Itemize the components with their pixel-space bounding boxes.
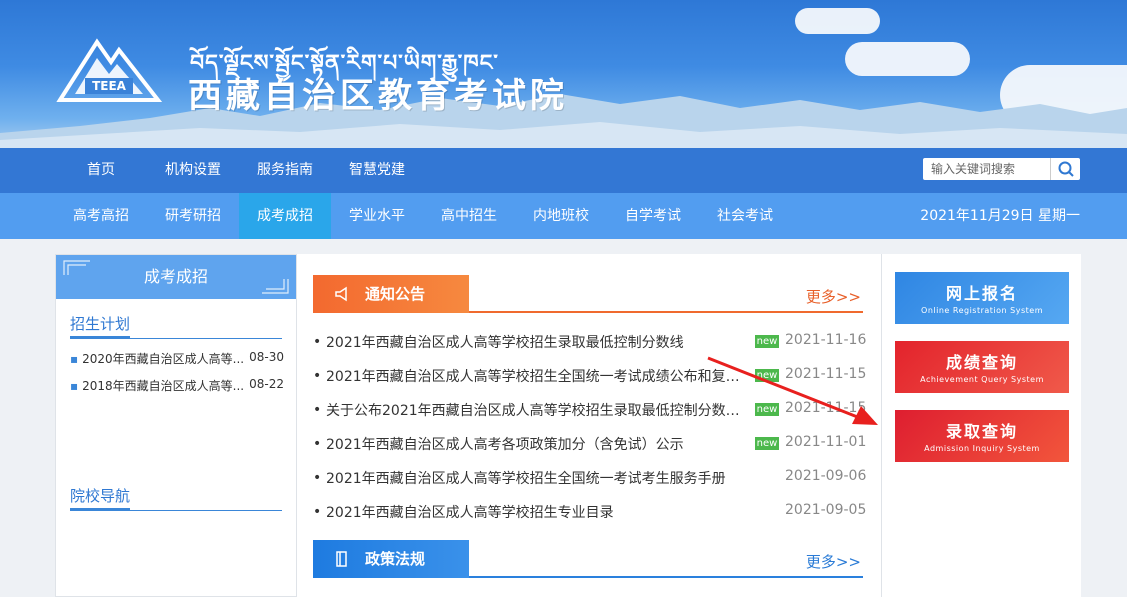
notice-item-title[interactable]: 关于公布2021年西藏自治区成人高等学校招生录取最低控制分数线... <box>326 400 746 420</box>
left-panel: 成考成招 招生计划 ▪ 2020年西藏自治区成人高等... 08-30 ▪ 2018… <box>55 254 297 597</box>
bullet-icon: • <box>313 436 322 452</box>
list-item[interactable]: ▪ 2020年西藏自治区成人高等... 08-30 <box>70 350 284 367</box>
list-item[interactable]: ▪ 2018年西藏自治区成人高等... 08-22 <box>70 377 284 394</box>
bullet-icon: ▪ <box>70 379 79 393</box>
nav-chengkao[interactable]: 成考成招 <box>239 193 331 239</box>
nav-smart-party[interactable]: 智慧党建 <box>340 148 414 193</box>
divider <box>469 311 863 313</box>
nav-organization[interactable]: 机构设置 <box>156 148 230 193</box>
bullet-icon: • <box>313 470 322 486</box>
notice-tab[interactable]: 通知公告 <box>313 275 469 313</box>
policy-more-link[interactable]: 更多>> <box>806 551 861 572</box>
corner-ornament-icon <box>63 260 90 275</box>
cloud-decoration <box>795 8 880 34</box>
nav-shehui[interactable]: 社会考试 <box>708 193 782 239</box>
section-title[interactable]: 院校导航 <box>70 485 131 510</box>
section-school-nav: 院校导航 <box>70 485 282 511</box>
search-box[interactable]: 输入关键词搜索 <box>923 158 1080 180</box>
bullet-icon: • <box>313 368 322 384</box>
list-item-text[interactable]: 2018年西藏自治区成人高等... <box>82 379 244 393</box>
header-banner: TEEA བོད་ལྗོངས་སྦྱོང་སྟོན་རིག་པ་ཡིག་རྒྱུ… <box>0 0 1127 148</box>
nav-service-guide[interactable]: 服务指南 <box>248 148 322 193</box>
megaphone-icon <box>335 286 347 302</box>
list-item-text[interactable]: 2020年西藏自治区成人高等... <box>82 352 244 366</box>
button-sublabel: Admission Inquiry System <box>924 444 1040 453</box>
bullet-icon: • <box>313 334 322 350</box>
nav-zikao[interactable]: 自学考试 <box>616 193 690 239</box>
nav-gaozhong[interactable]: 高中招生 <box>432 193 506 239</box>
notice-item-date: 2021-09-05 <box>785 502 867 518</box>
notice-item-title[interactable]: 2021年西藏自治区成人高等学校招生全国统一考试考生服务手册 <box>326 468 746 488</box>
notice-title: 通知公告 <box>365 285 426 303</box>
notice-item[interactable]: • 关于公布2021年西藏自治区成人高等学校招生录取最低控制分数线... new 20… <box>313 400 867 420</box>
notice-item-title[interactable]: 2021年西藏自治区成人高等学校招生全国统一考试成绩公布和复查... <box>326 366 746 386</box>
corner-ornament-icon <box>262 279 289 294</box>
notice-item[interactable]: • 2021年西藏自治区成人高等学校招生专业目录 2021-09-05 <box>313 502 867 522</box>
new-badge: new <box>755 403 779 416</box>
button-label: 成绩查询 <box>945 353 1018 372</box>
notice-item-date: 2021-11-15 <box>785 400 867 416</box>
nav-neidi[interactable]: 内地班校 <box>524 193 598 239</box>
notice-item-date: 2021-11-15 <box>785 366 867 382</box>
section-enrollment-plan: 招生计划 <box>70 313 282 339</box>
button-label: 录取查询 <box>945 422 1018 441</box>
button-sublabel: Online Registration System <box>921 306 1043 315</box>
search-input[interactable]: 输入关键词搜索 <box>931 158 1015 180</box>
notice-item[interactable]: • 2021年西藏自治区成人高考各项政策加分（含免试）公示 new 2021-11-0… <box>313 434 867 454</box>
search-icon <box>1058 161 1074 177</box>
notice-item-date: 2021-09-06 <box>785 468 867 484</box>
policy-title: 政策法规 <box>365 550 426 568</box>
notice-item-date: 2021-11-01 <box>785 434 867 450</box>
policy-tab[interactable]: 政策法规 <box>313 540 469 578</box>
notice-item-date: 2021-11-16 <box>785 332 867 348</box>
nav-xueye[interactable]: 学业水平 <box>340 193 414 239</box>
score-query-button[interactable]: 成绩查询 Achievement Query System <box>895 341 1069 393</box>
section-title[interactable]: 招生计划 <box>70 313 131 338</box>
button-label: 网上报名 <box>945 284 1018 303</box>
notice-item[interactable]: • 2021年西藏自治区成人高等学校招生录取最低控制分数线 new 2021-11-1… <box>313 332 867 352</box>
book-icon <box>336 551 347 567</box>
notice-item-title[interactable]: 2021年西藏自治区成人高考各项政策加分（含免试）公示 <box>326 434 746 454</box>
nav-yankao[interactable]: 研考研招 <box>156 193 230 239</box>
button-sublabel: Achievement Query System <box>920 375 1044 384</box>
logo-text: TEEA <box>92 79 127 93</box>
bullet-icon: • <box>313 402 322 418</box>
online-registration-button[interactable]: 网上报名 Online Registration System <box>895 272 1069 324</box>
admission-query-button[interactable]: 录取查询 Admission Inquiry System <box>895 410 1069 462</box>
list-item-date: 08-22 <box>249 377 284 391</box>
site-title: 西藏自治区教育考试院 <box>188 76 568 116</box>
notice-more-link[interactable]: 更多>> <box>806 286 861 307</box>
nav-home[interactable]: 首页 <box>72 148 130 193</box>
notice-item-title[interactable]: 2021年西藏自治区成人高等学校招生录取最低控制分数线 <box>326 332 746 352</box>
new-badge: new <box>755 369 779 382</box>
bullet-icon: ▪ <box>70 352 79 366</box>
teea-logo[interactable]: TEEA <box>55 32 163 107</box>
bullet-icon: • <box>313 504 322 520</box>
notice-item[interactable]: • 2021年西藏自治区成人高等学校招生全国统一考试考生服务手册 2021-09-0… <box>313 468 867 488</box>
notice-item-title[interactable]: 2021年西藏自治区成人高等学校招生专业目录 <box>326 502 746 522</box>
new-badge: new <box>755 437 779 450</box>
right-panel: 网上报名 Online Registration System 成绩查询 Ach… <box>881 254 1081 597</box>
divider <box>469 576 863 578</box>
nav-gaokao[interactable]: 高考高招 <box>64 193 138 239</box>
new-badge: new <box>755 335 779 348</box>
search-button[interactable] <box>1050 158 1080 180</box>
list-item-date: 08-30 <box>249 350 284 364</box>
notice-item[interactable]: • 2021年西藏自治区成人高等学校招生全国统一考试成绩公布和复查... new 20… <box>313 366 867 386</box>
main-content: 通知公告 更多>> • 2021年西藏自治区成人高等学校招生录取最低控制分数线 ne… <box>297 254 881 597</box>
current-date: 2021年11月29日 星期一 <box>920 208 1080 224</box>
cloud-decoration <box>845 42 970 76</box>
